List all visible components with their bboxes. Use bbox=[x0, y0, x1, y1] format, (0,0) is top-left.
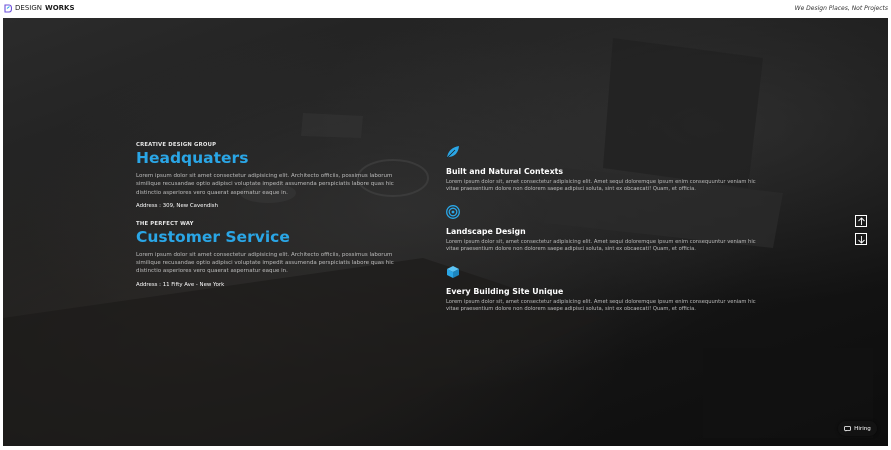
hiring-label: Hiring bbox=[854, 425, 871, 432]
hero-section: CREATIVE DESIGN GROUP Headquaters Lorem … bbox=[3, 18, 888, 446]
office-description: Lorem ipsum dolor sit amet consectetur a… bbox=[136, 251, 394, 275]
office-block-customer-service: THE PERFECT WAY Customer Service Lorem i… bbox=[136, 221, 406, 288]
feature-title: Every Building Site Unique bbox=[446, 287, 564, 296]
office-title: Headquaters bbox=[136, 149, 249, 167]
feature-description: Lorem ipsum dolor sit, amet consectetur … bbox=[446, 179, 756, 192]
feature-description: Lorem ipsum dolor sit, amet consectetur … bbox=[446, 299, 756, 312]
chat-icon bbox=[844, 425, 852, 432]
target-icon bbox=[446, 205, 460, 219]
arrow-up-icon bbox=[857, 216, 865, 225]
feature-item: Landscape Design Lorem ipsum dolor sit, … bbox=[446, 204, 766, 264]
logo[interactable]: DESIGN WORKS bbox=[4, 2, 75, 14]
office-block-headquarters: CREATIVE DESIGN GROUP Headquaters Lorem … bbox=[136, 142, 406, 209]
feature-title: Built and Natural Contexts bbox=[446, 167, 563, 176]
office-address: Address : 11 Fifty Ave - New York bbox=[136, 281, 225, 288]
logo-works-text: WORKS bbox=[44, 4, 75, 12]
logo-design-text: DESIGN bbox=[15, 4, 42, 12]
top-bar: DESIGN WORKS We Design Places, Not Projec… bbox=[0, 0, 891, 18]
feature-item: Built and Natural Contexts Lorem ipsum d… bbox=[446, 144, 766, 204]
scroll-up-button[interactable] bbox=[855, 215, 867, 227]
hiring-button[interactable]: Hiring bbox=[838, 421, 877, 436]
leaf-icon bbox=[446, 146, 459, 159]
feature-description: Lorem ipsum dolor sit, amet consectetur … bbox=[446, 239, 756, 252]
cube-icon bbox=[447, 266, 459, 278]
office-kicker: THE PERFECT WAY bbox=[136, 220, 194, 227]
tagline: We Design Places, Not Projects bbox=[794, 5, 888, 12]
office-description: Lorem ipsum dolor sit amet consectetur a… bbox=[136, 173, 394, 196]
office-title: Customer Service bbox=[136, 227, 290, 246]
feature-item: Every Building Site Unique Lorem ipsum d… bbox=[446, 264, 766, 324]
arrow-down-icon bbox=[857, 235, 865, 244]
office-kicker: CREATIVE DESIGN GROUP bbox=[136, 142, 217, 148]
offices-column: CREATIVE DESIGN GROUP Headquaters Lorem … bbox=[136, 142, 406, 288]
features-column: Built and Natural Contexts Lorem ipsum d… bbox=[446, 144, 766, 324]
scroll-down-button[interactable] bbox=[855, 233, 867, 245]
office-address: Address : 309, New Cavendish bbox=[136, 202, 219, 209]
feature-title: Landscape Design bbox=[446, 227, 526, 236]
logo-icon bbox=[4, 3, 12, 13]
